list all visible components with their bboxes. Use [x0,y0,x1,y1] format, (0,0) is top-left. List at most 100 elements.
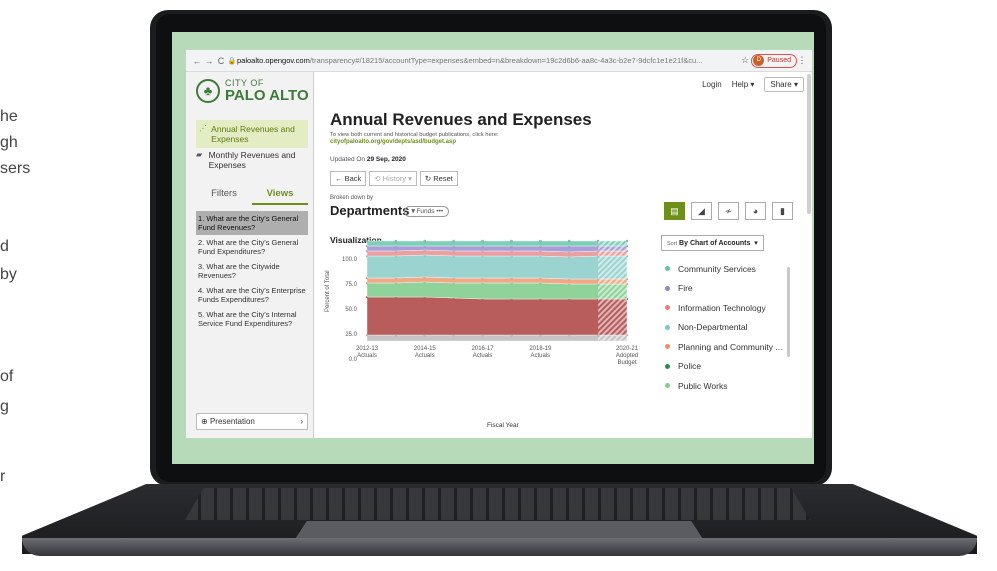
series-area-0[interactable] [366,334,628,342]
funds-label: Funds [416,208,435,215]
data-point[interactable] [394,239,398,243]
marketing-scene: he gh sers d by of g r ← → C 🔒 paloalto.… [0,0,997,571]
browser-window: ← → C 🔒 paloalto.opengov.com/transparenc… [186,50,812,438]
back-button[interactable]: ← Back [330,171,367,186]
legend-item[interactable]: Police [662,357,787,377]
line-chart-icon[interactable]: ≁ [718,202,739,220]
browser-toolbar: ← → C 🔒 paloalto.opengov.com/transparenc… [186,50,812,72]
data-point[interactable] [510,239,513,243]
updated-date: 29 Sep, 2020 [366,156,406,163]
help-label: Help [731,80,749,89]
page-title: Annual Revenues and Expenses [330,110,592,129]
reload-icon[interactable]: C [215,56,227,66]
bg-text-fragment: d [0,238,9,255]
legend-item[interactable]: Public Works [662,376,787,396]
reset-icon: ↻ [424,174,434,183]
legend-swatch [665,305,670,311]
breakdown-selector[interactable]: Departments [330,203,409,218]
x-tick-label: 2018-19 Actuals [522,346,558,360]
legend-item[interactable]: Community Services [662,259,787,279]
x-tick-line: Actuals [530,353,551,359]
address-bar[interactable]: paloalto.opengov.com/transparency#/18215… [237,56,739,65]
history-dropdown[interactable]: ⟲ History ▾ [369,171,417,186]
legend-label: Non-Departmental [678,322,748,333]
legend-swatch [665,383,670,389]
tab-filters[interactable]: Filters [196,188,252,205]
presentation-button[interactable]: ⊕ Presentation › [196,413,308,430]
chart-legend: Community Services Fire Information Techno… [662,259,787,396]
reset-button[interactable]: ↻ Reset [419,171,458,186]
data-point[interactable] [452,239,455,243]
logo-line2: PALO ALTO [225,87,309,104]
nav-monthly-revenues[interactable]: ▰ Monthly Revenues and Expenses [196,150,308,170]
bg-text-fragment: of [0,368,14,385]
view-item[interactable]: 1. What are the City's General Fund Reve… [196,211,308,235]
legend-scrollbar[interactable] [787,267,790,357]
history-toolbar: ← Back ⟲ History ▾ ↻ Reset [330,171,458,186]
pie-chart-icon[interactable]: ◕ [745,202,766,220]
view-item[interactable]: 5. What are the City's Internal Service … [196,307,308,331]
back-arrow-icon[interactable]: ← [191,56,203,66]
series-area-4[interactable] [366,254,628,280]
main-content: Login Help ▾ Share ▾ Annual Revenues and… [315,72,812,438]
bg-text-fragment: by [0,266,17,283]
legend-item[interactable]: Information Technology [662,298,787,318]
sidebar: ♣ CITY OF PALO ALTO ⋰ Annual Revenues an… [186,72,314,438]
data-point[interactable] [539,239,542,243]
view-item[interactable]: 2. What are the City's General Fund Expe… [196,235,308,259]
legend-item[interactable]: Non-Departmental [662,318,787,338]
avatar: D [753,55,765,66]
legend-label: Community Services [678,263,756,274]
share-button[interactable]: Share ▾ [764,77,804,92]
legend-swatch [665,363,670,369]
laptop-keyboard [185,488,810,520]
data-point[interactable] [567,239,571,243]
tab-views[interactable]: Views [252,188,308,205]
page-scrollbar[interactable] [807,74,811,214]
view-item[interactable]: 4. What are the City's Enterprise Funds … [196,283,308,307]
ellipsis-icon: ••• [436,208,444,215]
login-link[interactable]: Login [702,80,722,89]
budget-link[interactable]: cityofpaloalto.org/gov/depts/asd/budget.… [330,139,456,145]
updated-prefix: Updated On [330,156,366,163]
stacked-area-chart[interactable] [365,239,629,342]
caret-down-icon: ▾ [793,80,798,89]
chevron-right-icon: › [300,417,303,426]
legend-swatch [665,285,670,291]
url-path: /transparency#/18215/accountType=expense… [309,56,703,65]
more-menu-icon[interactable]: ⋮ [797,55,807,66]
legend-label: Fire [678,283,693,294]
data-point[interactable] [481,239,484,243]
nav-annual-revenues[interactable]: ⋰ Annual Revenues and Expenses [196,120,308,148]
sort-dropdown[interactable]: Sort By Chart of Accounts ▾ [661,235,764,251]
profile-paused-button[interactable]: D Paused [751,53,797,68]
data-point[interactable] [423,239,427,243]
bg-text-fragment: g [0,398,9,415]
legend-item[interactable]: Fire [662,279,787,299]
x-tick-line: 2020-21 [615,346,639,352]
forward-arrow-icon[interactable]: → [203,56,215,66]
top-nav: Login Help ▾ Share ▾ [702,77,804,92]
funds-filter-pill[interactable]: ▼Funds ••• [404,206,450,217]
city-logo[interactable]: ♣ CITY OF PALO ALTO [196,78,309,103]
caret-down-icon: ▾ [408,174,412,183]
bar-chart-icon[interactable]: ▮ [772,202,793,220]
share-label: Share [770,80,792,89]
tree-icon: ♣ [196,78,220,103]
bookmark-star-icon[interactable]: ☆ [739,55,751,66]
series-area-7[interactable] [366,240,628,247]
x-axis-label: Fiscal Year [487,422,519,429]
y-tick-label: 100.0 [341,257,357,263]
data-point[interactable] [365,239,369,243]
stacked-bar-chart-icon[interactable]: ◢ [691,202,712,220]
series-area-1[interactable] [366,296,628,336]
sort-value: By Chart of Accounts [679,240,751,247]
nav-label: Monthly Revenues and Expenses [208,150,296,170]
stacked-area-chart-icon[interactable]: ▤ [664,202,685,220]
sort-prefix: Sort [667,241,678,247]
url-host: paloalto.opengov.com [237,56,310,65]
series-area-2[interactable] [366,281,628,300]
help-menu[interactable]: Help ▾ [732,80,755,89]
legend-item[interactable]: Planning and Community ... [662,337,787,357]
view-item[interactable]: 3. What are the Citywide Revenues? [196,259,308,283]
